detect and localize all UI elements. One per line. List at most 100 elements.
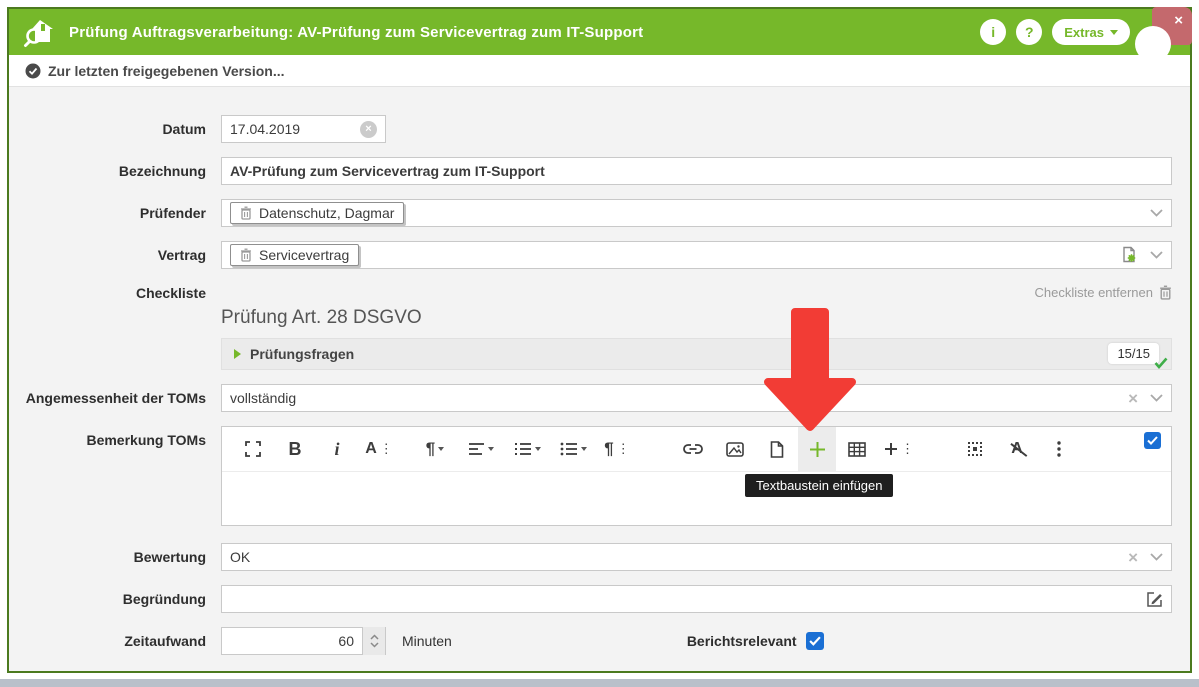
datum-label: Datum	[9, 115, 206, 137]
zeitaufwand-field	[221, 627, 386, 655]
titlebar: Prüfung Auftragsverarbeitung: AV-Prüfung…	[9, 9, 1190, 55]
row-bewertung: Bewertung OK ×	[9, 543, 1190, 571]
bottom-strip	[0, 679, 1199, 687]
text-style-icon[interactable]: A ⋮	[358, 430, 400, 468]
checkliste-heading: Prüfung Art. 28 DSGVO	[221, 307, 1172, 329]
trash-icon	[240, 248, 252, 262]
trash-icon	[1159, 285, 1172, 300]
insert-image-icon[interactable]	[714, 430, 756, 468]
vertrag-chip-label: Servicevertrag	[259, 247, 349, 263]
more-options-icon[interactable]	[1038, 430, 1080, 468]
dialog-title: Prüfung Auftragsverarbeitung: AV-Prüfung…	[69, 24, 643, 41]
clear-formatting-icon[interactable]: A	[996, 430, 1038, 468]
zeitaufwand-input[interactable]	[230, 633, 354, 649]
datum-input[interactable]	[230, 121, 360, 137]
progress-badge: 15/15	[1108, 345, 1159, 363]
paragraph-format-icon[interactable]: ¶	[412, 430, 458, 468]
edit-icon[interactable]	[1146, 591, 1163, 608]
tooltip: Textbaustein einfügen	[745, 474, 893, 497]
number-stepper[interactable]	[362, 627, 385, 655]
row-zeitaufwand: Zeitaufwand Minuten	[9, 627, 1190, 655]
vertrag-label: Vertrag	[9, 241, 206, 263]
checkliste-remove-label: Checkliste entfernen	[1034, 285, 1153, 300]
clear-icon[interactable]: ×	[1128, 390, 1138, 407]
row-begruendung: Begründung	[9, 585, 1190, 613]
help-button[interactable]: ?	[1016, 19, 1042, 45]
editor-checkbox[interactable]	[1144, 432, 1161, 449]
bezeichnung-field	[221, 157, 1172, 185]
unordered-list-icon[interactable]	[550, 430, 596, 468]
checkliste-remove-link[interactable]: Checkliste entfernen	[221, 283, 1172, 301]
italic-icon[interactable]: i	[316, 430, 358, 468]
chevron-down-icon[interactable]	[1150, 209, 1163, 217]
align-icon[interactable]	[458, 430, 504, 468]
check-circle-icon	[25, 63, 41, 79]
last-approved-version-link[interactable]: Zur letzten freigegebenen Version...	[48, 63, 285, 79]
chevron-down-icon	[1110, 30, 1118, 35]
bezeichnung-label: Bezeichnung	[9, 157, 206, 179]
angemessenheit-select[interactable]: vollständig ×	[221, 384, 1172, 412]
rich-text-editor: B i A ⋮ ¶	[221, 426, 1172, 526]
titlebar-actions: i ? Extras	[980, 19, 1130, 45]
extras-label: Extras	[1064, 25, 1104, 40]
berichtsrelevant-label: Berichtsrelevant	[687, 627, 797, 649]
begruendung-input[interactable]	[230, 591, 1146, 607]
chevron-down-icon[interactable]	[1150, 251, 1163, 259]
bewertung-label: Bewertung	[9, 543, 206, 565]
chevron-down-icon	[370, 642, 379, 648]
pruefung-dialog: Prüfung Auftragsverarbeitung: AV-Prüfung…	[7, 7, 1192, 673]
bewertung-select[interactable]: OK ×	[221, 543, 1172, 571]
row-vertrag: Vertrag Servicevertrag	[9, 241, 1190, 269]
pruefender-chip-label: Datenschutz, Dagmar	[259, 205, 394, 221]
check-icon	[1154, 357, 1168, 369]
pruefender-chip[interactable]: Datenschutz, Dagmar	[230, 202, 404, 224]
screen: Prüfung Auftragsverarbeitung: AV-Prüfung…	[0, 0, 1199, 687]
vertrag-chip[interactable]: Servicevertrag	[230, 244, 359, 266]
pruefender-label: Prüfender	[9, 199, 206, 221]
insert-link-icon[interactable]	[672, 430, 714, 468]
bold-icon[interactable]: B	[274, 430, 316, 468]
berichtsrelevant-checkbox[interactable]	[806, 632, 824, 650]
fullscreen-icon[interactable]	[232, 430, 274, 468]
checkliste-label: Checkliste	[9, 283, 206, 301]
form-body: Datum × Bezeichnung Pr	[9, 87, 1190, 655]
zeitaufwand-label: Zeitaufwand	[9, 627, 206, 649]
paragraph-options-icon[interactable]: ¶ ⋮	[596, 430, 638, 468]
vertrag-field[interactable]: Servicevertrag	[221, 241, 1172, 269]
bemerkung-label: Bemerkung TOMs	[9, 426, 206, 448]
editor-content[interactable]	[222, 472, 1171, 526]
info-button[interactable]: i	[980, 19, 1006, 45]
insert-table-icon[interactable]	[836, 430, 878, 468]
insert-more-icon[interactable]: ⋮	[878, 430, 920, 468]
angemessenheit-label: Angemessenheit der TOMs	[9, 384, 206, 406]
row-pruefender: Prüfender Datenschutz, Dagmar	[9, 199, 1190, 227]
insert-text-block-icon[interactable]	[798, 427, 836, 471]
progress-badge-value: 15/15	[1108, 343, 1159, 364]
row-angemessenheit: Angemessenheit der TOMs vollständig ×	[9, 384, 1190, 412]
angemessenheit-value: vollständig	[230, 390, 296, 406]
select-cells-icon[interactable]	[954, 430, 996, 468]
clear-icon[interactable]: ×	[1128, 549, 1138, 566]
chevron-down-icon[interactable]	[1150, 394, 1163, 402]
bezeichnung-input[interactable]	[230, 163, 1163, 179]
check-icon	[1147, 436, 1158, 445]
pruefungsfragen-label: Prüfungsfragen	[250, 346, 354, 362]
row-bemerkung: Bemerkung TOMs B i A	[9, 426, 1190, 526]
extras-button[interactable]: Extras	[1052, 19, 1130, 45]
begruendung-label: Begründung	[9, 585, 206, 607]
chevron-down-icon[interactable]	[1150, 553, 1163, 561]
new-document-icon[interactable]	[1120, 246, 1138, 264]
datum-clear-icon[interactable]: ×	[360, 121, 377, 138]
pruefender-field[interactable]: Datenschutz, Dagmar	[221, 199, 1172, 227]
row-datum: Datum ×	[9, 115, 1190, 143]
ordered-list-icon[interactable]	[504, 430, 550, 468]
trash-icon	[240, 206, 252, 220]
zeitaufwand-unit: Minuten	[402, 627, 452, 649]
insert-file-icon[interactable]	[756, 430, 798, 468]
close-icon: ×	[1174, 13, 1183, 28]
row-checkliste: Checkliste Checkliste entfernen Prüfung …	[9, 283, 1190, 370]
app-logo-icon	[23, 16, 57, 48]
pruefungsfragen-accordion[interactable]: Prüfungsfragen 15/15	[221, 338, 1172, 370]
close-button[interactable]: ×	[1152, 7, 1192, 45]
chevron-right-icon	[234, 349, 241, 359]
